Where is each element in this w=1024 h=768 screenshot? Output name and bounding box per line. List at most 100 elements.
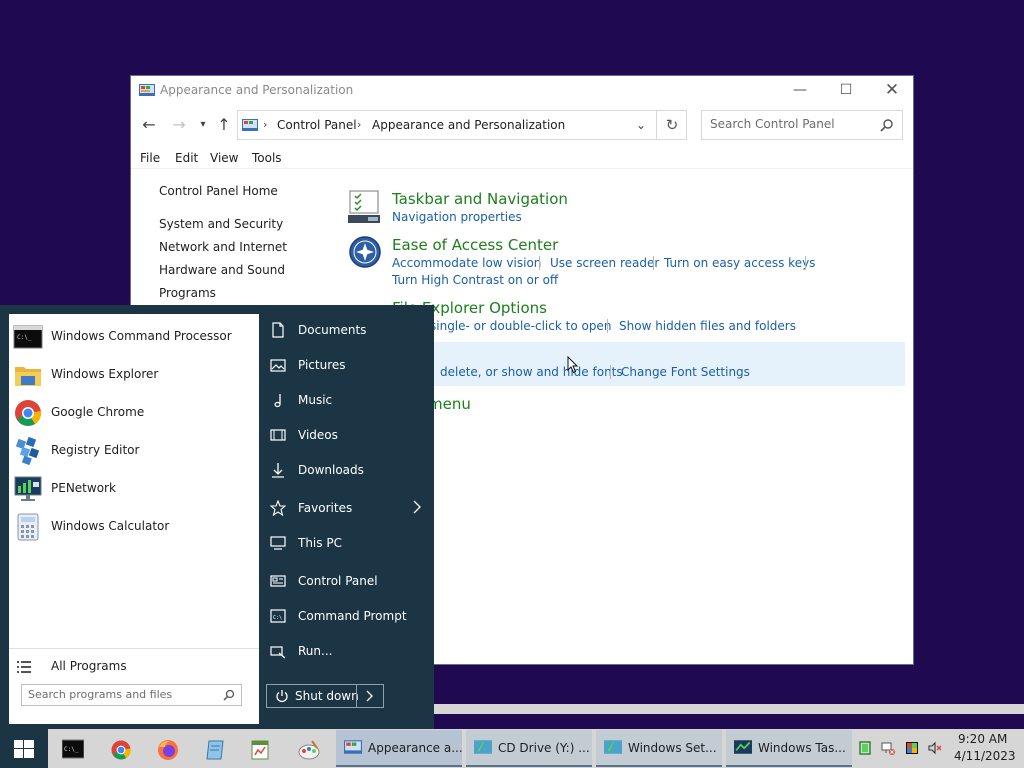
navigation-bar: ← → ▾ ↑ › Control Panel › Appearance and… <box>131 110 913 142</box>
sidebar-item-hardware-sound[interactable]: Hardware and Sound <box>159 263 285 277</box>
address-dropdown-chevron-icon[interactable]: ⌄ <box>630 114 652 136</box>
place-this-pc[interactable]: This PC <box>262 528 432 558</box>
menu-view[interactable]: View <box>210 151 238 165</box>
link-easy-access-keys[interactable]: Turn on easy access keys <box>664 256 815 270</box>
clock-date[interactable]: 4/11/2023 <box>954 749 1016 763</box>
pinned-firefox[interactable] <box>151 734 183 764</box>
refresh-button[interactable]: ↻ <box>656 111 687 139</box>
up-button[interactable]: ↑ <box>213 114 235 136</box>
link-show-hidden-files[interactable]: Show hidden files and folders <box>619 319 796 333</box>
taskbar-edge <box>434 704 1024 714</box>
program-item-calculator[interactable]: Windows Calculator <box>9 509 259 545</box>
tray-volume-muted-icon[interactable] <box>928 741 942 755</box>
paint-icon <box>298 740 320 760</box>
place-label: Music <box>298 393 333 407</box>
menu-tools[interactable]: Tools <box>252 151 282 165</box>
back-button[interactable]: ← <box>138 114 160 136</box>
category-title-taskbar-navigation[interactable]: Taskbar and Navigation <box>392 190 568 208</box>
place-label: Run... <box>298 644 333 658</box>
task-windows-settings[interactable]: Windows Set... <box>596 730 722 767</box>
program-item-command-processor[interactable]: C:\_ Windows Command Processor <box>9 319 259 355</box>
settings-window-icon <box>604 740 622 754</box>
place-videos[interactable]: Videos <box>262 420 432 450</box>
pinned-app-blue[interactable] <box>198 734 230 764</box>
place-command-prompt[interactable]: C:\ Command Prompt <box>262 601 432 631</box>
shutdown-button[interactable]: Shut down <box>266 684 384 708</box>
ease-of-access-icon <box>349 236 381 268</box>
calculator-icon <box>17 513 39 541</box>
place-pictures[interactable]: Pictures <box>262 350 432 380</box>
search-input[interactable] <box>710 117 870 131</box>
tray-network-disconnected-icon[interactable] <box>881 741 895 755</box>
chevron-right-icon <box>366 690 373 702</box>
search-icon[interactable] <box>223 689 235 701</box>
tray-display-icon[interactable] <box>905 741 919 755</box>
breadcrumb-separator-icon[interactable]: › <box>357 118 361 131</box>
breadcrumb-appearance[interactable]: Appearance and Personalization <box>372 118 565 132</box>
place-favorites[interactable]: Favorites <box>262 493 432 523</box>
command-prompt-icon: C:\ <box>270 609 286 623</box>
category-title-start-menu[interactable]: menu <box>428 395 471 413</box>
program-item-registry-editor[interactable]: Registry Editor <box>9 433 259 469</box>
program-item-windows-explorer[interactable]: Windows Explorer <box>9 357 259 393</box>
start-button[interactable] <box>0 729 48 768</box>
clock-time[interactable]: 9:20 AM <box>958 732 1007 746</box>
address-bar[interactable]: › Control Panel › Appearance and Persona… <box>237 110 687 140</box>
program-item-penetwork[interactable]: PENetwork <box>9 471 259 507</box>
all-programs-button[interactable]: All Programs <box>9 654 259 682</box>
sidebar-item-system-security[interactable]: System and Security <box>159 217 283 231</box>
place-documents[interactable]: Documents <box>262 315 432 345</box>
breadcrumb-separator-icon[interactable]: › <box>263 118 267 131</box>
sidebar-item-network-internet[interactable]: Network and Internet <box>159 240 287 254</box>
start-search-box[interactable] <box>21 684 242 706</box>
taskbar-navigation-icon <box>348 190 380 223</box>
firefox-icon <box>158 740 178 760</box>
category-title-ease-of-access[interactable]: Ease of Access Center <box>392 236 558 254</box>
search-box[interactable] <box>701 110 903 140</box>
place-music[interactable]: Music <box>262 385 432 415</box>
svg-text:C:\_: C:\_ <box>17 334 32 341</box>
link-change-font-settings[interactable]: Change Font Settings <box>621 365 750 379</box>
pinned-app-paint[interactable] <box>292 734 324 764</box>
link-accommodate-low-vision[interactable]: Accommodate low vision <box>392 256 541 270</box>
search-icon[interactable] <box>880 118 894 132</box>
link-navigation-properties[interactable]: Navigation properties <box>392 210 522 224</box>
task-task-manager[interactable]: Windows Tas... <box>726 730 852 767</box>
program-item-google-chrome[interactable]: Google Chrome <box>9 395 259 431</box>
place-label: Downloads <box>298 463 364 477</box>
forward-button[interactable]: → <box>168 114 190 136</box>
task-appearance[interactable]: Appearance a... <box>336 730 463 767</box>
chevron-right-icon[interactable] <box>412 500 422 514</box>
link-separator <box>539 256 540 270</box>
place-run[interactable]: Run... <box>262 636 432 666</box>
program-label: Windows Calculator <box>51 519 170 533</box>
sidebar-item-programs[interactable]: Programs <box>159 286 216 300</box>
link-single-double-click[interactable]: single- or double-click to open <box>430 319 611 333</box>
place-control-panel[interactable]: Control Panel <box>262 566 432 596</box>
menu-edit[interactable]: Edit <box>175 151 198 165</box>
shutdown-options-button[interactable] <box>356 685 384 707</box>
start-search-input[interactable] <box>28 688 208 701</box>
control-panel-icon <box>344 740 362 754</box>
sidebar-item-control-panel-home[interactable]: Control Panel Home <box>159 184 278 198</box>
pinned-app-sheet[interactable] <box>243 734 275 764</box>
link-hide-fonts[interactable]: delete, or show and hide fonts <box>440 365 623 379</box>
title-bar[interactable]: Appearance and Personalization — ☐ ✕ <box>131 76 913 106</box>
task-cd-drive[interactable]: CD Drive (Y:) ... <box>466 730 592 767</box>
menu-file[interactable]: File <box>140 151 160 165</box>
maximize-button[interactable]: ☐ <box>823 76 869 105</box>
place-downloads[interactable]: Downloads <box>262 455 432 485</box>
cmd-icon: C:\_ <box>13 325 43 349</box>
pinned-chrome[interactable] <box>104 734 136 764</box>
breadcrumb-control-panel[interactable]: Control Panel <box>277 118 357 132</box>
windows-logo-icon <box>14 740 34 758</box>
minimize-button[interactable]: — <box>777 76 823 105</box>
link-use-screen-reader[interactable]: Use screen reader <box>550 256 659 270</box>
tray-battery-icon[interactable] <box>858 741 872 755</box>
link-high-contrast[interactable]: Turn High Contrast on or off <box>392 273 558 287</box>
pinned-cmd[interactable]: C:\_ <box>56 734 88 764</box>
folder-icon <box>15 367 41 386</box>
close-button[interactable]: ✕ <box>869 76 915 105</box>
recent-locations-chevron-icon[interactable]: ▾ <box>192 114 214 136</box>
place-label: Documents <box>298 323 367 337</box>
